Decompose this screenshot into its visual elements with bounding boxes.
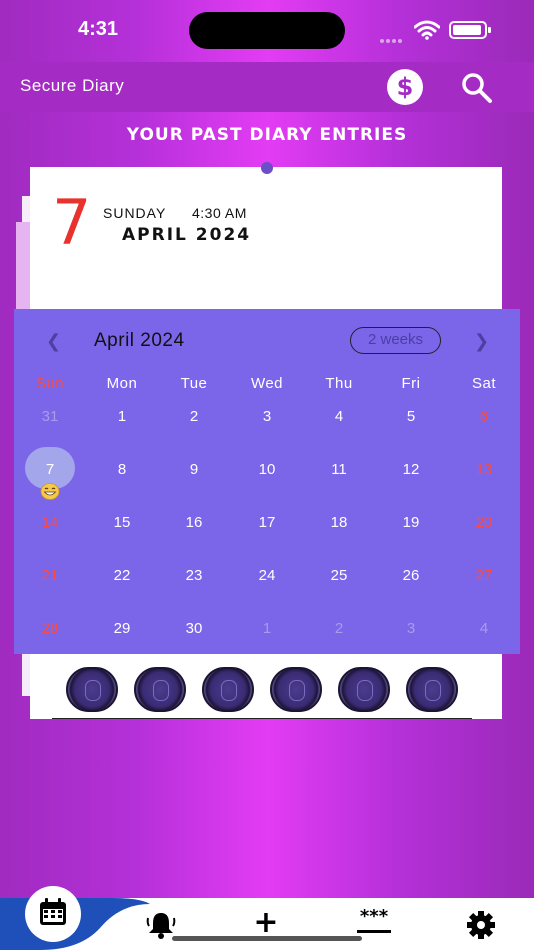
card-stack-edge	[16, 222, 30, 322]
calendar-day[interactable]: 13	[454, 461, 514, 478]
card-pin	[261, 162, 273, 174]
calendar-day[interactable]: 12	[381, 461, 441, 478]
fingerprint-photo-icon[interactable]	[338, 667, 390, 712]
fingerprint-photo-icon[interactable]	[202, 667, 254, 712]
calendar-day[interactable]: 8	[92, 461, 152, 478]
card-divider	[52, 718, 472, 719]
calendar-day[interactable]: 24	[237, 567, 297, 584]
calendar-day[interactable]: 23	[164, 567, 224, 584]
format-toggle-button[interactable]: 2 weeks	[350, 327, 441, 354]
weekday-header: Mon	[106, 375, 138, 392]
calendar-day[interactable]: 2	[309, 620, 369, 637]
calendar-day[interactable]: 11	[309, 461, 369, 478]
section-title: YOUR PAST DIARY ENTRIES	[126, 125, 408, 145]
calendar-icon	[40, 898, 66, 925]
entry-day-number: 7	[52, 186, 92, 259]
calendar-day[interactable]: 18	[309, 514, 369, 531]
wifi-icon	[414, 20, 440, 40]
status-time: 4:31	[78, 18, 119, 40]
entry-weekday: SUNDAY	[103, 205, 167, 221]
calendar-day[interactable]: 20	[454, 514, 514, 531]
dollar-icon[interactable]: $	[387, 69, 423, 105]
chevron-left-icon[interactable]: ❮	[46, 331, 61, 352]
weekday-header: Tue	[180, 375, 208, 392]
entry-time: 4:30 AM	[192, 205, 247, 221]
weekday-header: Sun	[35, 375, 65, 392]
calendar-title: April 2024	[94, 330, 185, 351]
calendar-day[interactable]: 19	[381, 514, 441, 531]
weekday-header: Fri	[401, 375, 421, 392]
status-bar: 4:31	[0, 0, 534, 62]
calendar-day[interactable]: 3	[237, 408, 297, 425]
calendar-day[interactable]: 25	[309, 567, 369, 584]
calendar-day[interactable]: 30	[164, 620, 224, 637]
calendar-day[interactable]: 5	[381, 408, 441, 425]
calendar-day[interactable]: 31	[20, 408, 80, 425]
battery-icon	[449, 21, 491, 39]
signal-dots-icon	[380, 28, 406, 43]
calendar-day[interactable]: 4	[309, 408, 369, 425]
search-icon[interactable]	[458, 70, 494, 106]
weekday-header: Wed	[250, 375, 284, 392]
weekday-header: Sat	[471, 375, 496, 392]
calendar-day[interactable]: 1	[92, 408, 152, 425]
entry-month-year: APRIL 2024	[122, 225, 252, 245]
calendar-day[interactable]: 6	[454, 408, 514, 425]
password-underline	[357, 930, 391, 933]
calendar-day[interactable]: 26	[381, 567, 441, 584]
fingerprint-photo-icon[interactable]	[406, 667, 458, 712]
calendar-day[interactable]: 9	[164, 461, 224, 478]
calendar-day[interactable]: 27	[454, 567, 514, 584]
chevron-right-icon[interactable]: ❯	[474, 331, 489, 352]
calendar-popup	[14, 309, 520, 654]
calendar-day[interactable]: 2	[164, 408, 224, 425]
app-bar: Secure Diary $	[0, 62, 534, 112]
calendar-day[interactable]: 15	[92, 514, 152, 531]
calendar-day[interactable]: 28	[20, 620, 80, 637]
weekday-header: Thu	[325, 375, 353, 392]
calendar-day[interactable]: 17	[237, 514, 297, 531]
fingerprint-photo-icon[interactable]	[270, 667, 322, 712]
entry-photos	[0, 667, 534, 715]
calendar-day[interactable]: 29	[92, 620, 152, 637]
calendar-day[interactable]: 4	[454, 620, 514, 637]
dynamic-island	[189, 12, 345, 49]
home-indicator	[172, 936, 362, 941]
grinning-emoji-icon	[40, 483, 60, 500]
calendar-day[interactable]: 1	[237, 620, 297, 637]
gear-icon[interactable]	[464, 910, 498, 940]
fingerprint-photo-icon[interactable]	[134, 667, 186, 712]
fingerprint-photo-icon[interactable]	[66, 667, 118, 712]
app-title: Secure Diary	[20, 76, 125, 95]
calendar-day[interactable]: 3	[381, 620, 441, 637]
calendar-day[interactable]: 10	[237, 461, 297, 478]
calendar-day[interactable]: 14	[20, 514, 80, 531]
calendar-day[interactable]: 22	[92, 567, 152, 584]
calendar-day[interactable]: 16	[164, 514, 224, 531]
calendar-day-selected[interactable]: 7	[20, 461, 80, 478]
calendar-day[interactable]: 21	[20, 567, 80, 584]
